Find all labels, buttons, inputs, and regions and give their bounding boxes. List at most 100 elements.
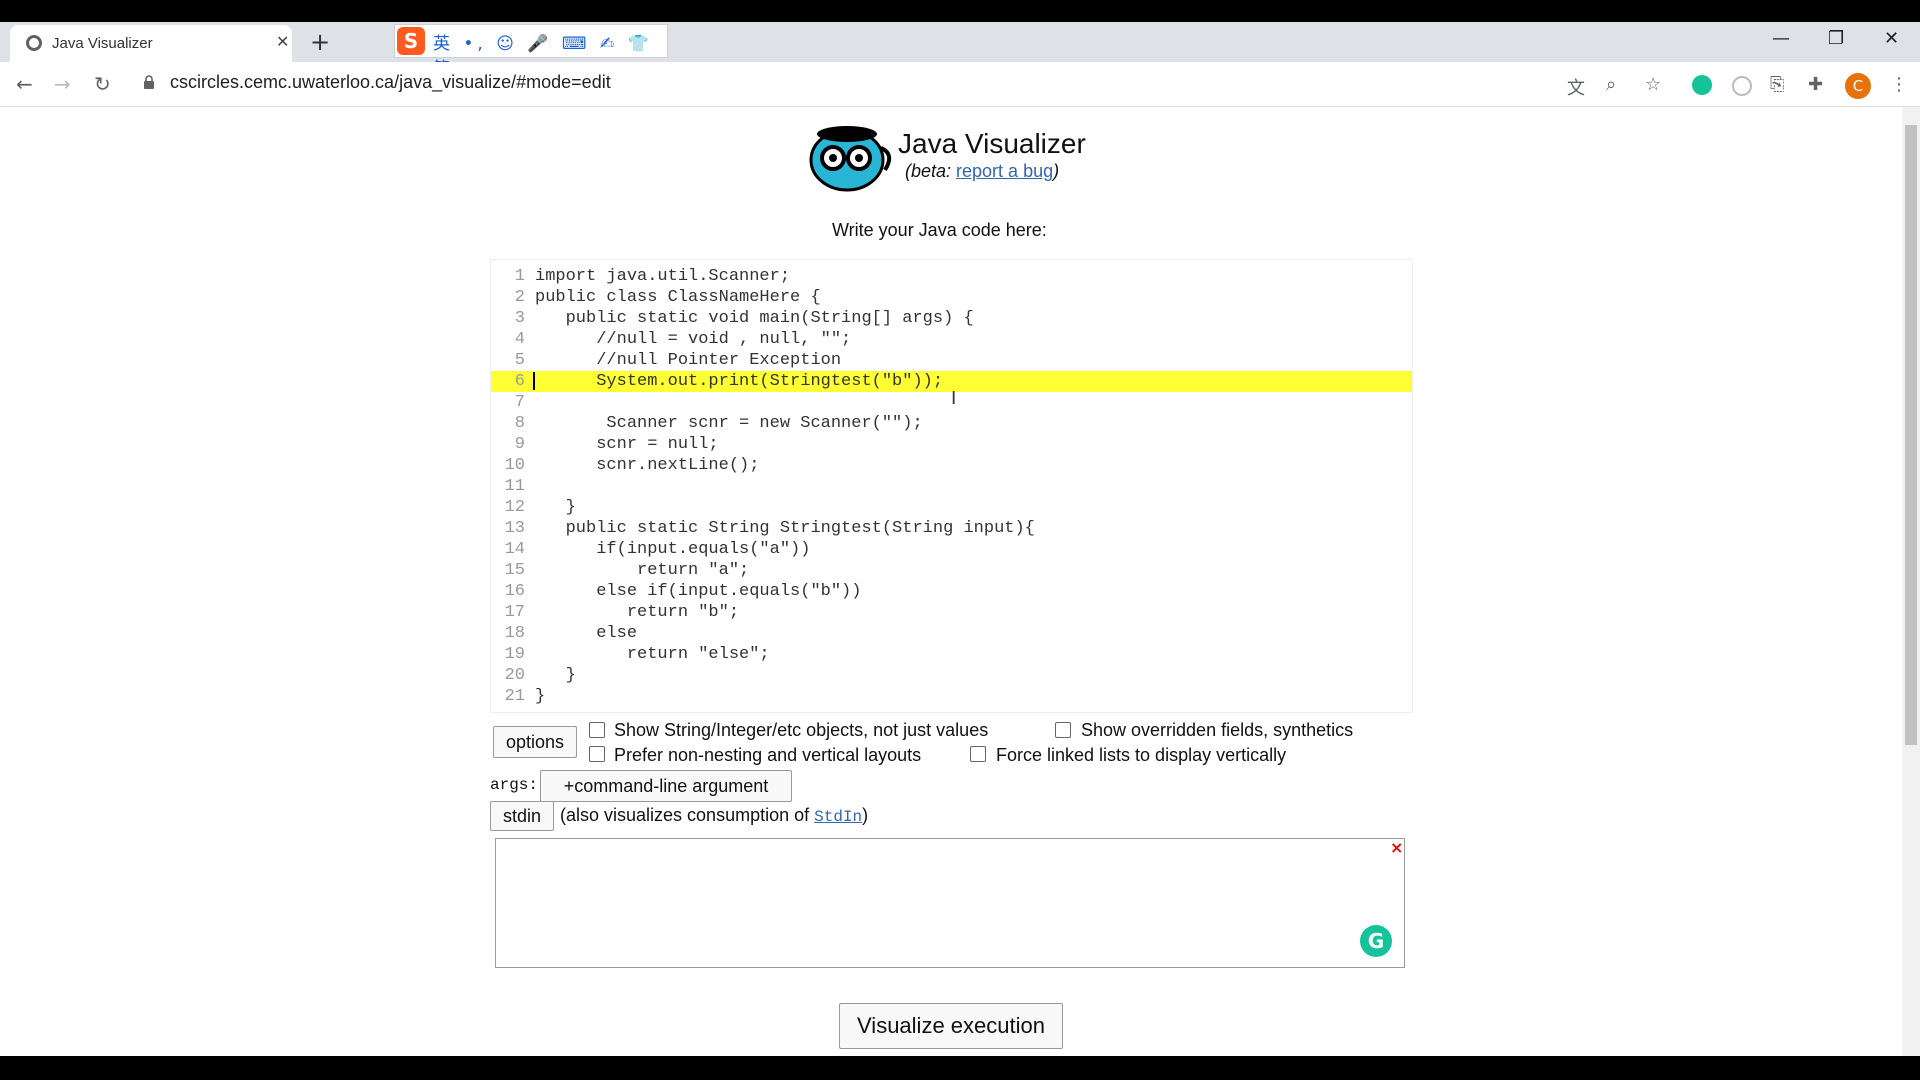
line-number: 6 — [514, 372, 525, 391]
code-line[interactable]: 14 if(input.equals("a")) — [491, 539, 1412, 560]
puzzle-icon[interactable]: ✚ — [1808, 74, 1823, 95]
stdin-note: (also visualizes consumption of StdIn) — [560, 805, 868, 826]
code-text[interactable]: else if(input.equals("b")) — [535, 581, 861, 602]
circle-extension-icon[interactable] — [1732, 76, 1752, 96]
grammarly-extension-icon[interactable] — [1692, 75, 1712, 95]
add-argument-button[interactable]: +command-line argument — [540, 770, 792, 802]
beta-prefix: (beta: — [905, 161, 957, 181]
code-text[interactable]: scnr = null; — [535, 434, 718, 455]
code-line[interactable]: 17 return "b"; — [491, 602, 1412, 623]
code-line[interactable]: 3 public static void main(String[] args)… — [491, 308, 1412, 329]
stdin-note-prefix: (also visualizes consumption of — [560, 805, 815, 825]
forward-button[interactable]: → — [54, 72, 71, 96]
clear-stdin-icon[interactable]: × — [1390, 838, 1403, 857]
line-number: 3 — [514, 309, 525, 328]
line-number: 8 — [514, 414, 525, 433]
show-overridden-label: Show overridden fields, synthetics — [1081, 720, 1354, 740]
options-button[interactable]: options — [493, 726, 577, 758]
prefer-nonnesting-checkbox[interactable] — [589, 746, 605, 762]
stdin-textarea[interactable] — [495, 838, 1405, 968]
visualize-execution-button[interactable]: Visualize execution — [839, 1003, 1063, 1049]
code-text[interactable]: scnr.nextLine(); — [535, 455, 759, 476]
code-text[interactable]: //null = void , null, ""; — [535, 329, 851, 350]
star-icon[interactable]: ☆ — [1645, 74, 1661, 95]
code-line[interactable]: 8 Scanner scnr = new Scanner(""); — [491, 413, 1412, 434]
code-line[interactable]: 18 else — [491, 623, 1412, 644]
page-title: Java Visualizer — [898, 128, 1086, 159]
line-number: 1 — [514, 267, 525, 286]
code-text[interactable]: public static void main(String[] args) { — [535, 308, 974, 329]
code-text[interactable]: } — [535, 665, 576, 686]
grammarly-icon[interactable]: G — [1360, 925, 1392, 957]
code-line[interactable]: 12 } — [491, 497, 1412, 518]
code-line[interactable]: 11 — [491, 476, 1412, 497]
address-bar[interactable]: cscircles.cemc.uwaterloo.ca/java_visuali… — [170, 72, 611, 93]
code-line[interactable]: 9 scnr = null; — [491, 434, 1412, 455]
line-number: 16 — [504, 582, 525, 601]
code-text[interactable]: return "else"; — [535, 644, 770, 665]
code-text[interactable]: return "a"; — [535, 560, 749, 581]
code-text[interactable]: System.out.print(Stringtest("b")); — [535, 371, 943, 392]
sogou-logo-icon[interactable]: S — [397, 27, 425, 55]
code-text[interactable]: } — [535, 686, 545, 707]
code-text[interactable]: } — [535, 497, 576, 518]
code-line[interactable]: 20 } — [491, 665, 1412, 686]
code-line[interactable]: 4 //null = void , null, ""; — [491, 329, 1412, 350]
code-text[interactable]: Scanner scnr = new Scanner(""); — [535, 413, 922, 434]
tab-java-visualizer[interactable]: Java Visualizer ✕ — [10, 25, 292, 62]
code-line[interactable]: 10 scnr.nextLine(); — [491, 455, 1412, 476]
menu-icon[interactable]: ⋮ — [1890, 74, 1908, 95]
line-number: 19 — [504, 645, 525, 664]
lock-icon[interactable] — [143, 75, 155, 89]
bottom-bar — [0, 1056, 1920, 1080]
force-linked-label: Force linked lists to display vertically — [996, 745, 1287, 765]
line-number: 5 — [514, 351, 525, 370]
prefer-nonnesting-label: Prefer non-nesting and vertical layouts — [614, 745, 922, 765]
code-text[interactable]: if(input.equals("a")) — [535, 539, 810, 560]
line-number: 9 — [514, 435, 525, 454]
show-objects-checkbox[interactable] — [589, 722, 605, 738]
code-line[interactable]: 5 //null Pointer Exception — [491, 350, 1412, 371]
text-cursor — [533, 372, 535, 390]
stdin-note-suffix: ) — [862, 805, 869, 825]
back-button[interactable]: ← — [16, 72, 33, 96]
zoom-icon[interactable]: ⌕ — [1606, 74, 1616, 95]
report-bug-link[interactable]: report a bug — [956, 161, 1053, 181]
stdin-link[interactable]: StdIn — [814, 808, 862, 826]
code-line[interactable]: 15 return "a"; — [491, 560, 1412, 581]
mouse-ibeam-icon: I — [951, 388, 957, 409]
args-label: args: — [490, 776, 539, 794]
close-window-button[interactable]: ✕ — [1884, 28, 1899, 49]
code-line[interactable]: 2 public class ClassNameHere { — [491, 287, 1412, 308]
code-line[interactable]: 19 return "else"; — [491, 644, 1412, 665]
new-tab-button[interactable]: + — [310, 28, 330, 56]
code-text[interactable]: import java.util.Scanner; — [535, 266, 790, 287]
java-visualizer-logo-icon — [809, 126, 892, 192]
scrollbar-thumb[interactable] — [1905, 125, 1917, 745]
code-text[interactable]: return "b"; — [535, 602, 739, 623]
code-prompt: Write your Java code here: — [832, 220, 1047, 240]
code-line[interactable]: 16 else if(input.equals("b")) — [491, 581, 1412, 602]
code-text[interactable]: //null Pointer Exception — [535, 350, 841, 371]
reload-button[interactable]: ↻ — [94, 72, 111, 96]
code-line[interactable]: 13 public static String Stringtest(Strin… — [491, 518, 1412, 539]
restore-button[interactable]: ❐ — [1828, 28, 1844, 49]
code-text[interactable]: public static String Stringtest(String i… — [535, 518, 1035, 539]
code-text[interactable]: else — [535, 623, 637, 644]
ime-toolbar[interactable]: S 英 •, ☺ 🎤 ⌨ ✍ 👕 简 ▦ — [394, 24, 668, 79]
line-number: 13 — [504, 519, 525, 538]
show-overridden-checkbox[interactable] — [1055, 722, 1071, 738]
stdin-button[interactable]: stdin — [490, 801, 554, 831]
minimize-button[interactable]: — — [1772, 28, 1790, 49]
line-number: 11 — [504, 477, 525, 496]
tab-close-icon[interactable]: ✕ — [276, 32, 289, 51]
translate-icon[interactable]: 文 — [1567, 74, 1585, 100]
code-line[interactable]: 21} — [491, 686, 1412, 707]
force-linked-checkbox[interactable] — [970, 746, 986, 762]
code-editor[interactable]: 1 import java.util.Scanner; 2 public class … — [490, 259, 1413, 713]
paste-icon[interactable]: ⎘ — [1770, 74, 1784, 95]
globe-icon — [26, 35, 42, 51]
profile-avatar[interactable]: C — [1845, 73, 1871, 99]
code-line[interactable]: 1 import java.util.Scanner; — [491, 266, 1412, 287]
code-text[interactable]: public class ClassNameHere { — [535, 287, 821, 308]
